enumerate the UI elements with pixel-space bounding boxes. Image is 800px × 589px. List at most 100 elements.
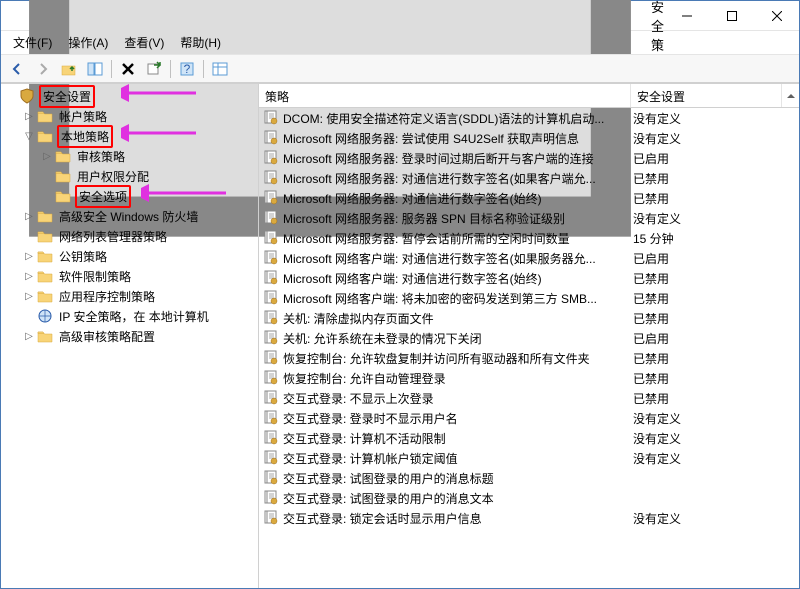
- tree-item[interactable]: ▷帐户策略: [1, 106, 258, 126]
- close-button[interactable]: [754, 1, 799, 30]
- policy-icon: [263, 370, 279, 386]
- scroll-up-button[interactable]: [782, 84, 799, 107]
- expander-icon[interactable]: ▷: [21, 111, 37, 122]
- list-row[interactable]: Microsoft 网络客户端: 将未加密的密码发送到第三方 SMB...已禁用: [259, 288, 799, 308]
- list-row[interactable]: DCOM: 使用安全描述符定义语言(SDDL)语法的计算机启动...没有定义: [259, 108, 799, 128]
- app-window: 本地安全策略 文件(F) 操作(A) 查看(V) 帮助(H) ? 安全设置: [0, 0, 800, 589]
- tree-item[interactable]: 网络列表管理器策略: [1, 226, 258, 246]
- policy-name: 关机: 允许系统在未登录的情况下关闭: [283, 330, 482, 347]
- expander-icon[interactable]: ▷: [21, 211, 37, 222]
- list-row[interactable]: Microsoft 网络服务器: 服务器 SPN 目标名称验证级别没有定义: [259, 208, 799, 228]
- folder-icon: [37, 208, 53, 224]
- forward-button[interactable]: [31, 58, 55, 80]
- folder-icon: [55, 148, 71, 164]
- minimize-button[interactable]: [664, 1, 709, 30]
- tree-item[interactable]: ▷ 软件限制策略: [1, 266, 258, 286]
- policy-icon: [263, 250, 279, 266]
- list-row[interactable]: Microsoft 网络服务器: 对通信进行数字签名(始终)已禁用: [259, 188, 799, 208]
- list-row[interactable]: 恢复控制台: 允许软盘复制并访问所有驱动器和所有文件夹已禁用: [259, 348, 799, 368]
- expander-icon[interactable]: ▷: [21, 291, 37, 302]
- menu-view[interactable]: 查看(V): [118, 32, 170, 53]
- show-hide-tree-button[interactable]: [83, 58, 107, 80]
- list-row[interactable]: Microsoft 网络服务器: 尝试使用 S4U2Self 获取声明信息没有定…: [259, 128, 799, 148]
- tree-item[interactable]: 用户权限分配: [1, 166, 258, 186]
- menu-action[interactable]: 操作(A): [62, 32, 114, 53]
- list-row[interactable]: Microsoft 网络服务器: 登录时间过期后断开与客户端的连接已启用: [259, 148, 799, 168]
- policy-setting: 没有定义: [633, 210, 799, 227]
- tree-item[interactable]: ▽本地策略: [1, 126, 258, 146]
- policy-name: Microsoft 网络服务器: 对通信进行数字签名(如果客户端允...: [283, 170, 596, 187]
- column-header-policy[interactable]: 策略: [259, 84, 631, 107]
- menubar: 文件(F) 操作(A) 查看(V) 帮助(H): [1, 31, 799, 55]
- policy-name: 交互式登录: 试图登录的用户的消息标题: [283, 470, 494, 487]
- list-row[interactable]: 交互式登录: 锁定会话时显示用户信息 没有定义: [259, 508, 799, 528]
- column-header-setting[interactable]: 安全设置: [631, 84, 782, 107]
- list-row[interactable]: 交互式登录: 试图登录的用户的消息文本: [259, 488, 799, 508]
- policy-icon: [263, 490, 279, 506]
- help-button[interactable]: ?: [175, 58, 199, 80]
- expander-icon[interactable]: ▷: [21, 251, 37, 262]
- titlebar: 本地安全策略: [1, 1, 799, 31]
- list-row[interactable]: Microsoft 网络服务器: 暂停会话前所需的空闲时间数量15 分钟: [259, 228, 799, 248]
- menu-file[interactable]: 文件(F): [7, 32, 58, 53]
- maximize-button[interactable]: [709, 1, 754, 30]
- tree-item[interactable]: IP 安全策略，在 本地计算机: [1, 306, 258, 326]
- policy-setting: 已禁用: [633, 170, 799, 187]
- list-row[interactable]: 交互式登录: 登录时不显示用户名没有定义: [259, 408, 799, 428]
- folder-icon: [55, 188, 71, 204]
- policy-name: 交互式登录: 锁定会话时显示用户信息: [283, 510, 482, 527]
- policy-setting: 没有定义: [633, 110, 799, 127]
- policy-setting: 已禁用: [633, 190, 799, 207]
- menu-help[interactable]: 帮助(H): [174, 32, 227, 53]
- tree-item[interactable]: ▷ 公钥策略: [1, 246, 258, 266]
- tree-pane[interactable]: 安全设置 ▷帐户策略▽本地策略▷审核策略用户权限分配安全选项▷高级安全 Wind…: [1, 84, 259, 588]
- tree-label: 网络列表管理器策略: [57, 227, 169, 246]
- tree-item[interactable]: ▷应用程序控制策略: [1, 286, 258, 306]
- ip-policy-icon: [37, 308, 53, 324]
- back-button[interactable]: [5, 58, 29, 80]
- list-row[interactable]: Microsoft 网络服务器: 对通信进行数字签名(如果客户端允... 已禁用: [259, 168, 799, 188]
- tree-item[interactable]: ▷审核策略: [1, 146, 258, 166]
- list-row[interactable]: 恢复控制台: 允许自动管理登录已禁用: [259, 368, 799, 388]
- policy-name: 交互式登录: 试图登录的用户的消息文本: [283, 490, 494, 507]
- list-row[interactable]: 交互式登录: 不显示上次登录已禁用: [259, 388, 799, 408]
- policy-icon: [263, 210, 279, 226]
- policy-setting: 已禁用: [633, 310, 799, 327]
- tree-label: 软件限制策略: [57, 267, 133, 286]
- list-row[interactable]: 交互式登录: 试图登录的用户的消息标题: [259, 468, 799, 488]
- export-button[interactable]: [142, 58, 166, 80]
- view-mode-button[interactable]: [208, 58, 232, 80]
- expander-icon[interactable]: ▽: [21, 131, 37, 142]
- folder-icon: [37, 108, 53, 124]
- expander-icon[interactable]: ▷: [39, 151, 55, 162]
- toolbar-separator: [111, 60, 112, 78]
- tree-root-security-settings[interactable]: 安全设置: [1, 86, 258, 106]
- delete-button[interactable]: [116, 58, 140, 80]
- policy-setting: 没有定义: [633, 510, 799, 527]
- policy-icon: [263, 350, 279, 366]
- expander-icon[interactable]: ▷: [21, 331, 37, 342]
- folder-icon: [37, 248, 53, 264]
- policy-name: Microsoft 网络客户端: 将未加密的密码发送到第三方 SMB...: [283, 290, 597, 307]
- content-area: 安全设置 ▷帐户策略▽本地策略▷审核策略用户权限分配安全选项▷高级安全 Wind…: [1, 83, 799, 588]
- tree-item[interactable]: ▷高级审核策略配置: [1, 326, 258, 346]
- shield-icon: [19, 88, 35, 104]
- policy-icon: [263, 430, 279, 446]
- policy-icon: [263, 510, 279, 526]
- tree-item[interactable]: 安全选项: [1, 186, 258, 206]
- folder-icon: [37, 288, 53, 304]
- up-button[interactable]: [57, 58, 81, 80]
- policy-setting: 没有定义: [633, 450, 799, 467]
- expander-icon[interactable]: ▷: [21, 271, 37, 282]
- list-row[interactable]: 交互式登录: 计算机不活动限制没有定义: [259, 428, 799, 448]
- list-row[interactable]: 交互式登录: 计算机帐户锁定阈值没有定义: [259, 448, 799, 468]
- list-row[interactable]: 关机: 允许系统在未登录的情况下关闭已启用: [259, 328, 799, 348]
- tree-item[interactable]: ▷高级安全 Windows 防火墙: [1, 206, 258, 226]
- list-row[interactable]: Microsoft 网络客户端: 对通信进行数字签名(如果服务器允...已启用: [259, 248, 799, 268]
- list-row[interactable]: 关机: 清除虚拟内存页面文件已禁用: [259, 308, 799, 328]
- policy-name: Microsoft 网络服务器: 尝试使用 S4U2Self 获取声明信息: [283, 130, 579, 147]
- list-body[interactable]: DCOM: 使用安全描述符定义语言(SDDL)语法的计算机启动...没有定义Mi…: [259, 108, 799, 588]
- policy-icon: [263, 190, 279, 206]
- tree-label: 公钥策略: [57, 247, 109, 266]
- list-row[interactable]: Microsoft 网络客户端: 对通信进行数字签名(始终)已禁用: [259, 268, 799, 288]
